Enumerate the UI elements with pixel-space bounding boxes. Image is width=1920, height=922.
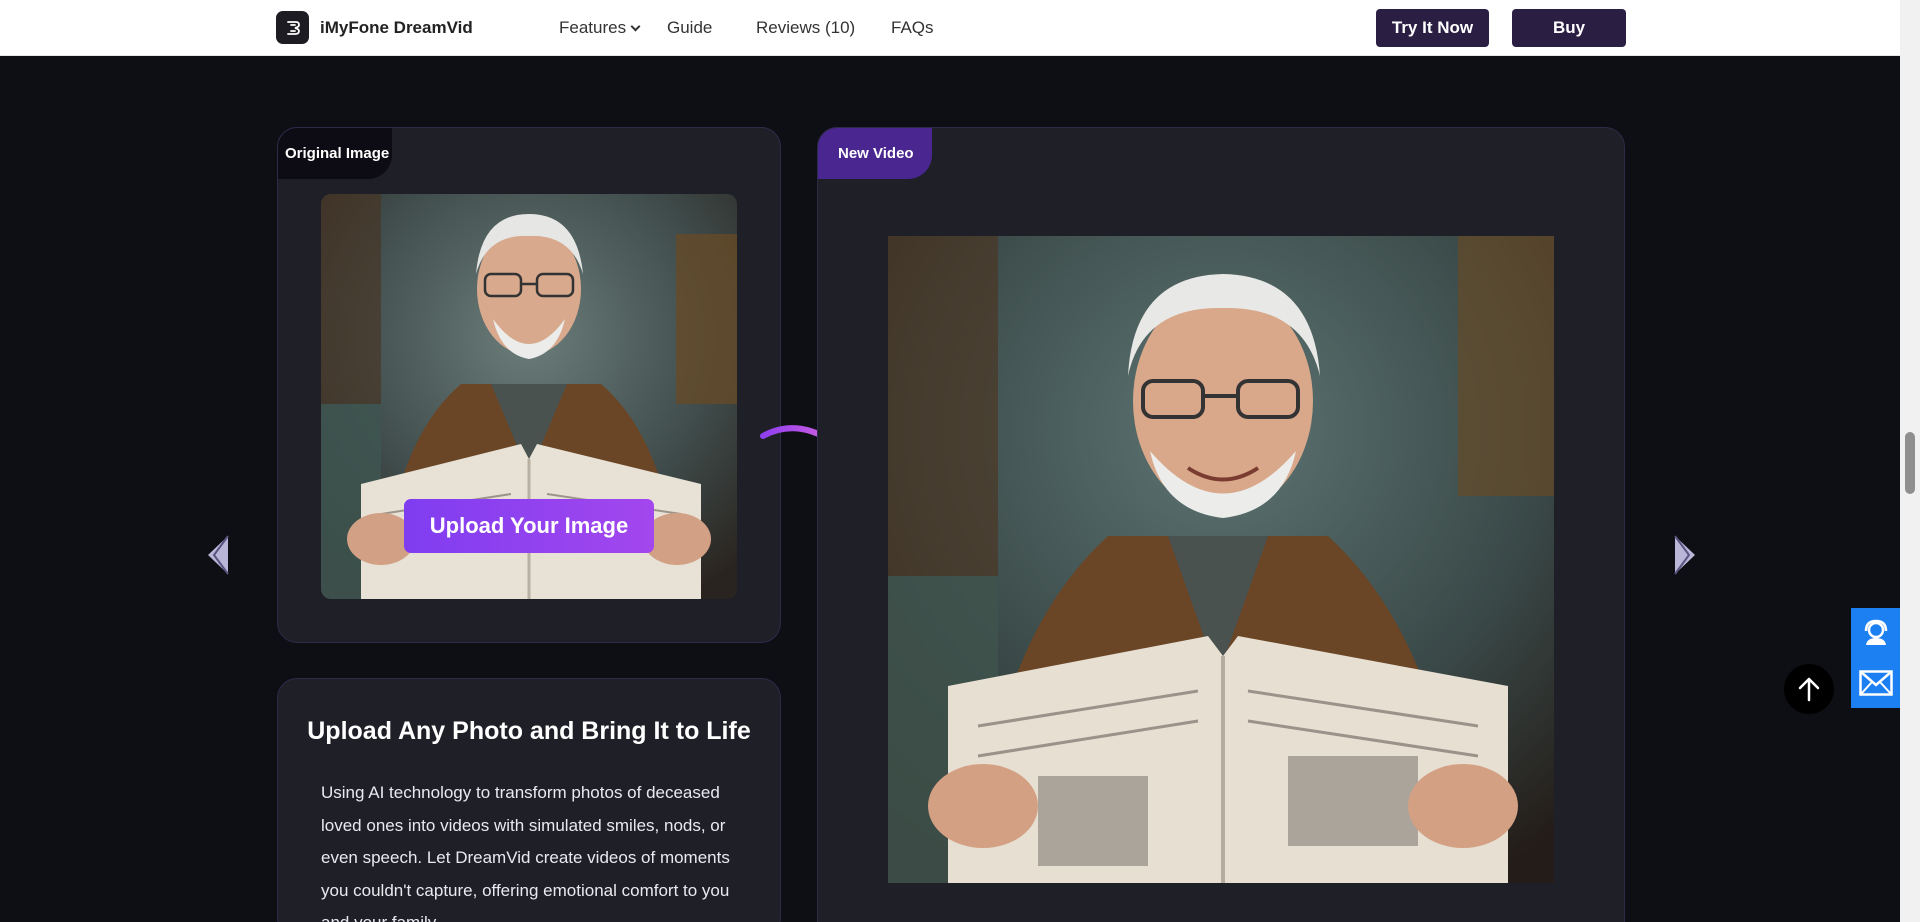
arrow-up-icon bbox=[1798, 677, 1820, 702]
support-agent-icon[interactable] bbox=[1851, 608, 1900, 658]
nav-features[interactable]: Features bbox=[559, 18, 641, 38]
result-video-preview[interactable] bbox=[888, 236, 1554, 883]
original-image-tag: Original Image bbox=[278, 128, 392, 179]
feature-description-panel: Upload Any Photo and Bring It to Life Us… bbox=[277, 678, 781, 922]
back-to-top-button[interactable] bbox=[1784, 664, 1834, 714]
scrollbar-thumb[interactable] bbox=[1905, 432, 1915, 494]
arrow-left-icon[interactable] bbox=[200, 530, 240, 580]
mail-icon[interactable] bbox=[1851, 658, 1900, 708]
feature-title: Upload Any Photo and Bring It to Life bbox=[307, 717, 751, 745]
nav-faqs[interactable]: FAQs bbox=[891, 18, 934, 38]
original-image-panel: Original Image bbox=[277, 127, 781, 643]
nav-features-label: Features bbox=[559, 18, 627, 37]
brand-name[interactable]: iMyFone DreamVid bbox=[320, 18, 473, 38]
buy-button[interactable]: Buy bbox=[1512, 9, 1626, 47]
nav-guide[interactable]: Guide bbox=[667, 18, 712, 38]
arrow-right-icon[interactable] bbox=[1663, 530, 1703, 580]
logo-icon[interactable] bbox=[276, 11, 309, 44]
feature-body: Using AI technology to transform photos … bbox=[321, 783, 730, 922]
page-scrollbar[interactable] bbox=[1900, 0, 1920, 922]
new-video-tag: New Video bbox=[818, 128, 932, 179]
nav-reviews[interactable]: Reviews (10) bbox=[756, 18, 855, 38]
upload-image-button[interactable]: Upload Your Image bbox=[404, 499, 654, 553]
chevron-down-icon bbox=[630, 21, 641, 32]
try-it-now-button[interactable]: Try It Now bbox=[1376, 9, 1489, 47]
top-nav: iMyFone DreamVid Features Guide Reviews … bbox=[0, 0, 1900, 56]
new-video-panel: New Video bbox=[817, 127, 1625, 922]
